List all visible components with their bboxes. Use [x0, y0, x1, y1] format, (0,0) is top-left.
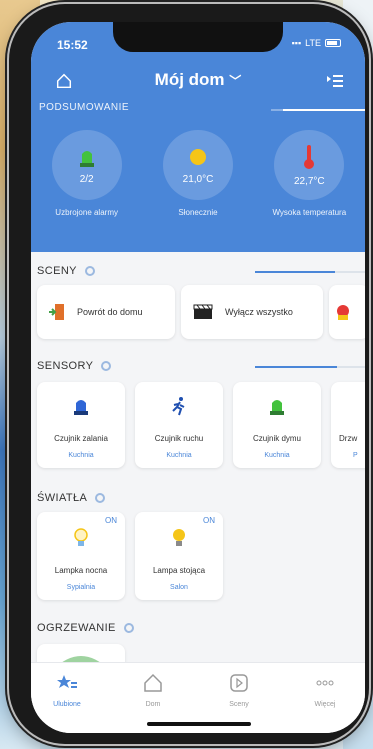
section-title-scenes: SCENY	[37, 265, 95, 277]
section-title-heating: OGRZEWANIE	[37, 622, 134, 634]
page-title-text: Mój dom	[154, 70, 225, 89]
summary-header: 15:52 ▪▪▪ LTE Mój dom ﹀ PODSUMOWANIE 2/2…	[31, 22, 365, 252]
tab-home[interactable]: Dom	[123, 673, 183, 708]
tab-scenes[interactable]: Sceny	[209, 673, 269, 708]
sensor-card[interactable]: Czujnik zalania Kuchnia	[37, 382, 125, 468]
summary-circle: 22,7°C	[274, 130, 345, 200]
section-label: ŚWIATŁA	[37, 492, 88, 504]
siren-green-icon	[270, 400, 284, 415]
gear-icon[interactable]	[84, 266, 95, 276]
status-indicators: ▪▪▪ LTE	[292, 38, 341, 48]
page-title[interactable]: Mój dom ﹀	[31, 70, 365, 90]
summary-items: 2/2 Uzbrojone alarmy 21,0°C Słonecznie 2…	[31, 130, 365, 217]
tab-label: Ulubione	[53, 701, 81, 708]
sensors-scroll-indicator	[255, 366, 365, 368]
tab-label: Dom	[145, 701, 161, 708]
home-indicator	[147, 722, 251, 726]
notch	[113, 22, 283, 52]
scene-icon	[230, 674, 248, 692]
sensor-name: Drzw	[339, 434, 358, 443]
section-title-sensors: SENSORY	[37, 360, 112, 372]
summary-circle: 2/2	[51, 130, 122, 200]
section-label: SCENY	[37, 265, 77, 277]
sensor-room: Kuchnia	[68, 452, 94, 459]
section-title-lights: ŚWIATŁA	[37, 492, 106, 504]
sensor-card[interactable]: Czujnik dymu Kuchnia	[233, 382, 321, 468]
gear-icon[interactable]	[123, 623, 134, 633]
siren-icon	[79, 150, 94, 167]
light-room: Salon	[170, 584, 188, 591]
sensor-name: Czujnik ruchu	[154, 434, 204, 443]
bulb-icon	[74, 528, 88, 546]
scene-label: Wyłącz wszystko	[225, 307, 293, 317]
summary-caption: Wysoka temperatura	[272, 208, 347, 217]
status-time: 15:52	[57, 38, 88, 52]
star-list-icon	[57, 675, 77, 688]
summary-value: 2/2	[79, 173, 94, 185]
sensor-name: Czujnik zalania	[54, 434, 108, 443]
app-screen: 15:52 ▪▪▪ LTE Mój dom ﹀ PODSUMOWANIE 2/2…	[31, 22, 365, 733]
sensor-room: P	[353, 452, 358, 459]
signal-icon: ▪▪▪	[291, 38, 302, 48]
sensor-room: Kuchnia	[264, 452, 290, 459]
tab-label: Więcej	[314, 701, 336, 708]
section-label: OGRZEWANIE	[37, 622, 116, 634]
network-label: LTE	[305, 38, 321, 48]
phone-frame: 15:52 ▪▪▪ LTE Mój dom ﹀ PODSUMOWANIE 2/2…	[9, 4, 369, 744]
scene-card-partial[interactable]	[329, 285, 365, 339]
party-icon	[337, 305, 349, 320]
light-name: Lampa stojąca	[152, 566, 206, 575]
sensor-name: Czujnik dymu	[252, 434, 301, 443]
summary-item-temperature[interactable]: 22,7°C Wysoka temperatura	[259, 130, 359, 217]
siren-blue-icon	[74, 400, 88, 415]
bulb-on-icon	[173, 529, 185, 546]
gear-icon[interactable]	[101, 361, 112, 371]
sun-icon	[189, 148, 206, 165]
summary-circle: 21,0°C	[162, 130, 233, 200]
summary-value: 21,0°C	[182, 173, 214, 185]
summary-item-alarms[interactable]: 2/2 Uzbrojone alarmy	[37, 130, 137, 217]
light-card[interactable]: ON Lampka nocna Sypialnia	[37, 512, 125, 600]
chevron-down-icon: ﹀	[229, 74, 242, 88]
clapperboard-icon	[193, 304, 213, 319]
list-settings-icon[interactable]	[327, 74, 343, 88]
light-name: Lampka nocna	[54, 566, 108, 575]
tab-label: Sceny	[229, 701, 249, 708]
gear-icon[interactable]	[95, 493, 106, 503]
light-room: Sypialnia	[66, 584, 96, 591]
sensor-card-partial[interactable]: Drzw P	[331, 382, 365, 468]
scene-card[interactable]: Wyłącz wszystko	[181, 285, 323, 339]
sensor-card[interactable]: Czujnik ruchu Kuchnia	[135, 382, 223, 468]
house-icon	[144, 673, 162, 692]
summary-item-weather[interactable]: 21,0°C Słonecznie	[148, 130, 248, 217]
scene-label: Powrót do domu	[77, 307, 143, 317]
summary-value: 22,7°C	[293, 175, 325, 187]
scene-card[interactable]: Powrót do domu	[37, 285, 175, 339]
section-label: SENSORY	[37, 360, 94, 372]
running-person-icon	[172, 397, 185, 416]
door-icon	[49, 304, 64, 320]
tab-favorites[interactable]: Ulubione	[37, 673, 97, 708]
summary-indicator	[271, 109, 365, 111]
summary-caption: Słonecznie	[178, 208, 218, 217]
light-state: ON	[203, 516, 215, 525]
summary-label: PODSUMOWANIE	[39, 102, 130, 113]
summary-caption: Uzbrojone alarmy	[55, 208, 118, 217]
more-icon	[316, 680, 334, 686]
scenes-scroll-indicator	[255, 271, 365, 273]
light-card[interactable]: ON Lampa stojąca Salon	[135, 512, 223, 600]
sensor-room: Kuchnia	[166, 452, 192, 459]
tab-more[interactable]: Więcej	[295, 673, 355, 708]
light-state: ON	[105, 516, 117, 525]
battery-icon	[325, 39, 341, 47]
thermometer-icon	[304, 144, 315, 169]
